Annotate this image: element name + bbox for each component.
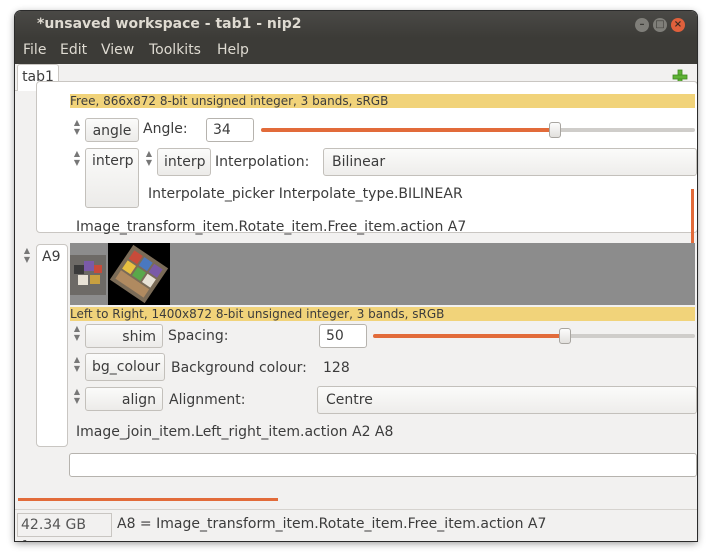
interpolation-label: Interpolation:: [215, 154, 310, 170]
row-a9-caption: Left to Right, 1400x872 8-bit unsigned i…: [70, 307, 695, 321]
bg-colour-spin-icon[interactable]: ▲ ▼: [72, 355, 82, 383]
row-a9-action: Image_join_item.Left_right_item.action A…: [76, 424, 394, 440]
command-input[interactable]: [69, 453, 697, 477]
background-colour-value: 128: [323, 360, 350, 376]
angle-input[interactable]: 34: [206, 118, 254, 142]
menu-edit[interactable]: Edit: [60, 42, 87, 58]
window-title: *unsaved workspace - tab1 - nip2: [37, 16, 302, 32]
interpolate-picker-text: Interpolate_picker Interpolate_type.BILI…: [148, 186, 463, 202]
angle-spin-icon[interactable]: ▲ ▼: [72, 118, 82, 146]
row-a8-action: Image_transform_item.Rotate_item.Free_it…: [76, 219, 467, 235]
app-window: *unsaved workspace - tab1 - nip2 – □ × F…: [15, 11, 697, 541]
menu-view[interactable]: View: [101, 42, 134, 58]
workspace-canvas[interactable]: Free, 866x872 8-bit unsigned integer, 3 …: [15, 81, 697, 471]
interp-outer-button[interactable]: interp: [85, 148, 139, 208]
spacing-input[interactable]: 50: [319, 324, 367, 348]
row-a9-thumbnails[interactable]: [70, 243, 170, 305]
close-icon[interactable]: ×: [671, 18, 685, 32]
row-a9-label-frame: [36, 244, 68, 447]
status-message: A8 = Image_transform_item.Rotate_item.Fr…: [117, 516, 547, 532]
spacing-slider-fill: [373, 334, 565, 338]
minimize-icon[interactable]: –: [635, 18, 649, 32]
menu-bar: File Edit View Toolkits Help: [15, 38, 697, 64]
align-spin-icon[interactable]: ▲ ▼: [72, 387, 82, 415]
align-button[interactable]: align: [85, 387, 163, 411]
background-colour-label: Background colour:: [171, 360, 307, 376]
bg-colour-button[interactable]: bg_colour: [85, 353, 165, 381]
progress-bar: [18, 498, 278, 501]
angle-button[interactable]: angle: [85, 118, 139, 142]
row-a9-spin-icon[interactable]: ▲ ▼: [22, 246, 32, 274]
menu-help[interactable]: Help: [217, 42, 249, 58]
alignment-label: Alignment:: [169, 392, 246, 408]
interpolation-select[interactable]: Bilinear: [323, 148, 697, 176]
interp-spin-icon[interactable]: ▲ ▼: [72, 149, 82, 177]
row-a9-thumbnail-strip: [70, 243, 695, 305]
angle-slider-fill: [261, 128, 555, 132]
row-a9-name[interactable]: A9: [42, 249, 60, 265]
spacing-slider-rest: [565, 334, 695, 338]
status-bar: 42.34 GB free A8 = Image_transform_item.…: [15, 509, 697, 541]
interp-inner-button[interactable]: interp: [157, 148, 211, 176]
angle-slider-rest: [555, 128, 695, 132]
title-bar[interactable]: *unsaved workspace - tab1 - nip2 – □ ×: [15, 11, 697, 38]
spacing-spin-icon[interactable]: ▲ ▼: [72, 324, 82, 352]
angle-label: Angle:: [143, 121, 188, 137]
spacing-label: Spacing:: [168, 328, 229, 344]
menu-file[interactable]: File: [23, 42, 46, 58]
maximize-icon[interactable]: □: [653, 18, 667, 32]
free-space-indicator: 42.34 GB free: [17, 513, 112, 541]
row-a8-caption: Free, 866x872 8-bit unsigned integer, 3 …: [70, 94, 695, 108]
interp-inner-spin-icon[interactable]: ▲ ▼: [144, 149, 154, 177]
angle-slider-knob[interactable]: [549, 122, 561, 138]
shim-button[interactable]: shim: [85, 324, 163, 348]
spacing-slider-knob[interactable]: [559, 328, 571, 344]
alignment-select[interactable]: Centre: [317, 386, 697, 414]
menu-toolkits[interactable]: Toolkits: [149, 42, 201, 58]
